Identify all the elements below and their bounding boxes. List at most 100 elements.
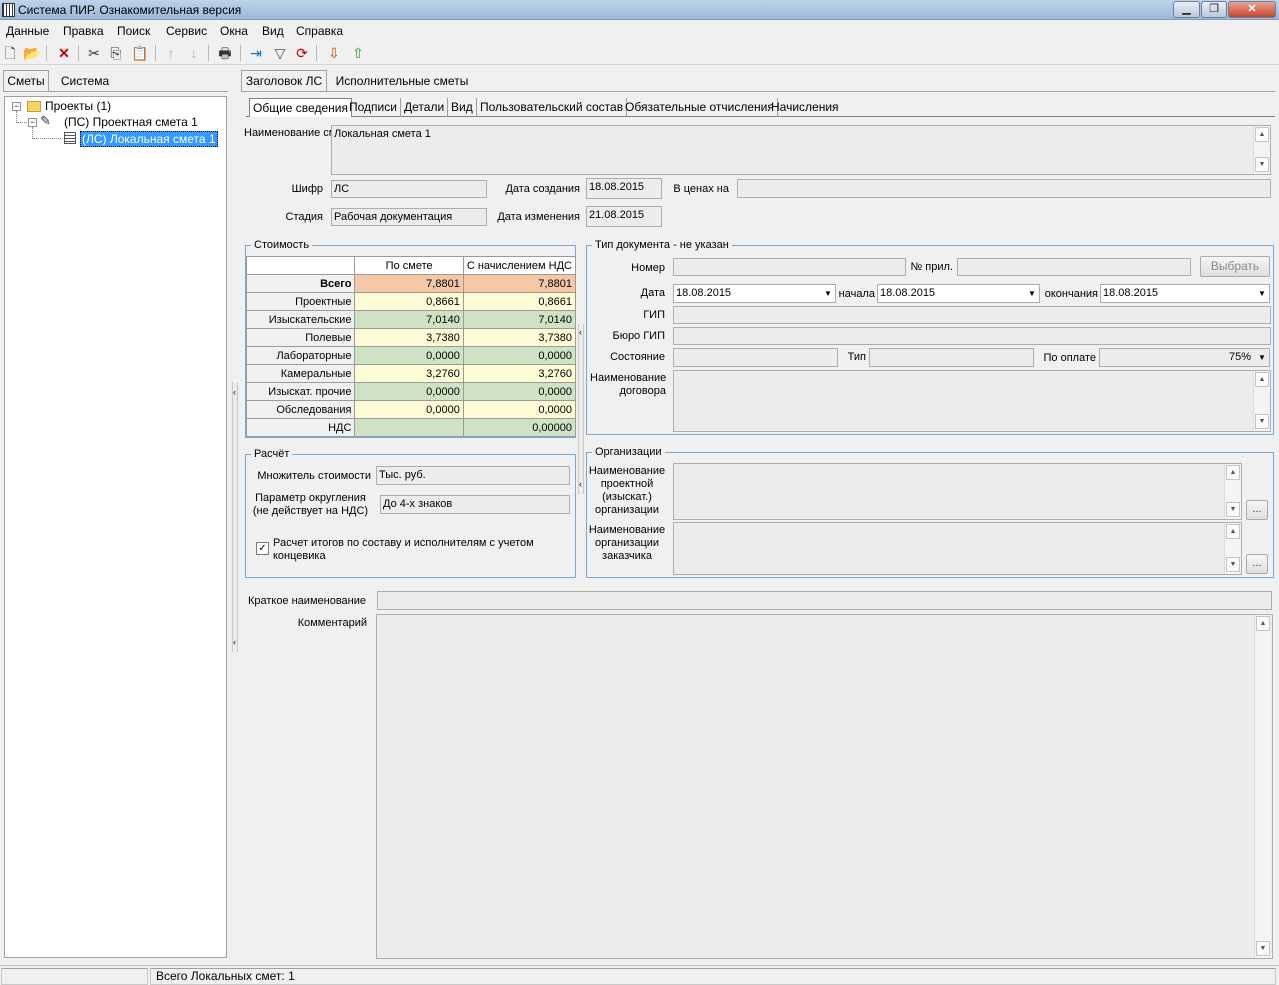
cipher-field[interactable]: ЛС xyxy=(331,180,487,198)
cost-estimate-cell[interactable]: 3,2760 xyxy=(354,364,464,383)
subtab-mandatory-deductions[interactable]: Обязательные отчисления xyxy=(622,98,778,117)
move-down-icon[interactable]: ↓ xyxy=(184,43,204,63)
cost-vat-cell[interactable]: 0,0000 xyxy=(462,400,577,419)
menu-data[interactable]: Данные xyxy=(6,24,49,38)
stage-field[interactable]: Рабочая документация xyxy=(331,208,487,226)
scroll-down-icon[interactable]: ▼ xyxy=(1226,557,1240,572)
date-combo[interactable]: 18.08.2015 ▼ xyxy=(673,284,836,303)
new-icon[interactable]: 🗋 xyxy=(0,43,20,63)
end-date-combo[interactable]: 18.08.2015 ▼ xyxy=(1100,284,1270,303)
scroll-up-icon[interactable]: ▲ xyxy=(1226,465,1240,480)
filter-icon[interactable]: ▽ xyxy=(270,43,290,63)
modified-date-field[interactable]: 21.08.2015 xyxy=(586,206,662,227)
appendix-field[interactable] xyxy=(957,258,1191,276)
scroll-down-icon[interactable]: ▼ xyxy=(1256,941,1270,956)
tab-header-ls[interactable]: Заголовок ЛС xyxy=(241,70,327,92)
comment-field[interactable] xyxy=(376,614,1273,959)
cost-estimate-cell[interactable]: 7,0140 xyxy=(354,310,464,329)
menu-service[interactable]: Сервис xyxy=(166,24,207,38)
import-icon[interactable]: ⇩ xyxy=(324,43,344,63)
contract-field[interactable] xyxy=(673,370,1271,432)
cost-vat-cell[interactable]: 0,8661 xyxy=(462,292,577,311)
created-date-field[interactable]: 18.08.2015 xyxy=(586,178,662,199)
center-splitter[interactable]: ‹ ‹ xyxy=(578,324,584,494)
design-org-browse-button[interactable]: ... xyxy=(1246,500,1268,520)
design-org-scrollbar[interactable]: ▲ ▼ xyxy=(1224,464,1241,519)
menu-view[interactable]: Вид xyxy=(262,24,284,38)
chevron-down-icon[interactable]: ▼ xyxy=(1256,349,1268,366)
refresh-icon[interactable]: ⟳ xyxy=(292,43,312,63)
tree-item-local-estimate[interactable]: (ЛС) Локальная смета 1 xyxy=(80,131,218,147)
cost-vat-cell[interactable]: 0,00000 xyxy=(462,418,577,437)
close-button[interactable]: ✕ xyxy=(1228,1,1276,18)
scroll-up-icon[interactable]: ▲ xyxy=(1226,524,1240,539)
scroll-down-icon[interactable]: ▼ xyxy=(1255,414,1269,429)
paste-icon[interactable]: 📋 xyxy=(130,43,150,63)
chevron-down-icon[interactable]: ▼ xyxy=(1026,285,1038,302)
round-field[interactable]: До 4-х знаков xyxy=(380,495,570,514)
tab-system[interactable]: Система xyxy=(55,70,115,92)
contract-scrollbar[interactable]: ▲ ▼ xyxy=(1253,371,1270,431)
cost-vat-cell[interactable]: 7,0140 xyxy=(462,310,577,329)
comment-scrollbar[interactable]: ▲ ▼ xyxy=(1254,615,1271,958)
chevron-down-icon[interactable]: ▼ xyxy=(1256,285,1268,302)
estimate-name-field[interactable]: Локальная смета 1 xyxy=(331,125,1271,175)
cost-vat-cell[interactable]: 3,2760 xyxy=(462,364,577,383)
subtab-user-composition[interactable]: Пользовательский состав xyxy=(477,98,628,117)
minimize-button[interactable]: ▁ xyxy=(1173,1,1200,18)
cost-vat-cell[interactable]: 0,0000 xyxy=(462,382,577,401)
subtab-accruals[interactable]: Начисления xyxy=(768,98,842,117)
prices-at-field[interactable] xyxy=(737,179,1271,198)
design-org-field[interactable] xyxy=(673,463,1242,520)
bureau-gip-field[interactable] xyxy=(673,327,1271,345)
cost-estimate-cell[interactable]: 3,7380 xyxy=(354,328,464,347)
scroll-down-icon[interactable]: ▼ xyxy=(1255,157,1269,172)
gip-field[interactable] xyxy=(673,306,1271,324)
payment-combo[interactable]: 75% ▼ xyxy=(1099,348,1270,367)
subtab-signatures[interactable]: Подписи xyxy=(346,98,401,117)
tab-executive-estimates[interactable]: Исполнительные сметы xyxy=(332,70,472,92)
totals-checkbox[interactable]: ✓ xyxy=(256,542,269,555)
copy-icon[interactable]: ⎘ xyxy=(106,43,126,63)
cost-vat-cell[interactable]: 7,8801 xyxy=(462,274,577,293)
subtab-details[interactable]: Детали xyxy=(401,98,449,117)
panel-splitter[interactable]: ‹ ‹ xyxy=(232,382,238,652)
tab-estimates[interactable]: Сметы xyxy=(3,70,49,92)
choose-button[interactable]: Выбрать xyxy=(1200,256,1270,277)
type-field[interactable] xyxy=(869,348,1034,367)
delete-icon[interactable]: ✕ xyxy=(54,43,74,63)
multiplier-field[interactable]: Тыс. руб. xyxy=(376,466,570,485)
collapse-icon[interactable]: − xyxy=(28,118,37,127)
menu-search[interactable]: Поиск xyxy=(117,24,150,38)
customer-org-browse-button[interactable]: ... xyxy=(1246,554,1268,574)
scroll-up-icon[interactable]: ▲ xyxy=(1256,616,1270,631)
cost-estimate-cell[interactable]: 7,8801 xyxy=(354,274,464,293)
menu-windows[interactable]: Окна xyxy=(220,24,248,38)
cost-estimate-cell[interactable]: 0,0000 xyxy=(354,346,464,365)
subtab-view[interactable]: Вид xyxy=(448,98,477,117)
goto-icon[interactable]: ⇥ xyxy=(246,43,266,63)
cut-icon[interactable]: ✂ xyxy=(84,43,104,63)
maximize-button[interactable]: ❐ xyxy=(1201,1,1227,18)
chevron-down-icon[interactable]: ▼ xyxy=(822,285,834,302)
customer-org-field[interactable] xyxy=(673,522,1242,575)
move-up-icon[interactable]: ↑ xyxy=(161,43,181,63)
cost-estimate-cell[interactable]: 0,0000 xyxy=(354,400,464,419)
scroll-down-icon[interactable]: ▼ xyxy=(1226,502,1240,517)
cost-vat-cell[interactable]: 0,0000 xyxy=(462,346,577,365)
number-field[interactable] xyxy=(673,258,906,276)
tree-item-projects[interactable]: Проекты (1) xyxy=(45,99,111,113)
menu-edit[interactable]: Правка xyxy=(63,24,104,38)
scroll-up-icon[interactable]: ▲ xyxy=(1255,372,1269,387)
estimate-name-scrollbar[interactable]: ▲ ▼ xyxy=(1253,126,1270,174)
tree-item-project-estimate[interactable]: (ПС) Проектная смета 1 xyxy=(64,115,198,129)
menu-help[interactable]: Справка xyxy=(296,24,343,38)
open-icon[interactable]: 📂 xyxy=(22,43,42,63)
cost-estimate-cell[interactable]: 0,8661 xyxy=(354,292,464,311)
subtab-general[interactable]: Общие сведения xyxy=(249,98,352,117)
start-date-combo[interactable]: 18.08.2015 ▼ xyxy=(877,284,1040,303)
state-field[interactable] xyxy=(673,348,838,367)
cost-vat-cell[interactable]: 3,7380 xyxy=(462,328,577,347)
collapse-icon[interactable]: − xyxy=(12,102,21,111)
print-icon[interactable]: 🖶 xyxy=(215,43,235,63)
